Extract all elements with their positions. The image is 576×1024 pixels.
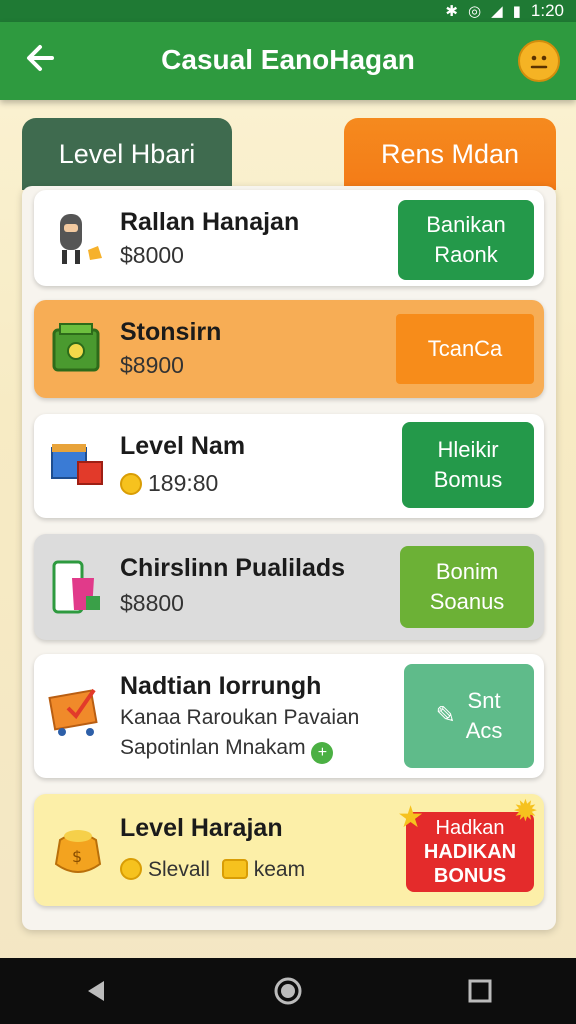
list-item: Stonsirn $8900 TcanCa — [34, 300, 544, 398]
card-title: Stonsirn — [120, 318, 222, 346]
star-icon: ★ — [397, 801, 424, 834]
battery-icon: ▮ — [512, 2, 521, 20]
list-item: Nadtian Iorrungh Kanaa Raroukan Pavaian … — [34, 654, 544, 778]
svg-text:$: $ — [72, 847, 82, 866]
start-button[interactable]: ✎ Snt Acs — [404, 664, 534, 768]
coin-stack-icon — [221, 859, 248, 879]
nav-recents-button[interactable] — [450, 961, 510, 1021]
signal-icon: ◢ — [491, 2, 503, 20]
list-item: Chirslinn Pualilads $8800 Bonim Soanus — [34, 534, 544, 640]
card-value: Slevall keam — [120, 858, 305, 882]
coin-icon — [120, 858, 142, 880]
recents-icon — [468, 979, 492, 1003]
home-icon — [274, 977, 302, 1005]
card-title: Rallan Hanajan — [120, 208, 300, 236]
phone-bag-icon — [46, 556, 110, 620]
avatar[interactable] — [518, 40, 560, 82]
card-value: 189:80 — [120, 470, 218, 497]
card-value: $8900 — [120, 352, 184, 378]
card-description: Sapotinlan Mnakam + — [120, 736, 334, 764]
face-icon — [530, 55, 548, 69]
card-title: Chirslinn Pualilads — [120, 554, 346, 582]
task-board-icon — [46, 680, 110, 744]
card-description: Kanaa Raroukan Pavaian — [120, 706, 360, 729]
system-nav-bar — [0, 958, 576, 1024]
character-icon — [46, 206, 110, 270]
nav-back-button[interactable] — [66, 961, 126, 1021]
list-item: $ Level Harajan Slevall keam Hadkan HADI… — [34, 794, 544, 906]
card-title: Nadtian Iorrungh — [120, 672, 322, 700]
page-title: Casual EanoHagan — [161, 44, 415, 75]
tab-rens[interactable]: Rens Mdan — [344, 118, 556, 190]
coin-icon — [120, 473, 142, 495]
star-icon: ✹ — [512, 795, 538, 828]
card-value: $8000 — [120, 242, 184, 268]
edit-icon: ✎ — [435, 702, 456, 729]
nav-home-button[interactable] — [258, 961, 318, 1021]
rewards-panel: Rallan Hanajan $8000 Banikan Raonk Stons… — [22, 186, 556, 930]
bluetooth-icon: ✱ — [445, 2, 458, 20]
claim-button[interactable]: Banikan Raonk — [398, 200, 534, 280]
back-icon — [88, 981, 104, 1001]
list-item: Rallan Hanajan $8000 Banikan Raonk — [34, 190, 544, 286]
location-icon: ◎ — [468, 2, 482, 20]
claim-button[interactable]: TcanCa — [396, 314, 534, 384]
gift-box-icon — [46, 434, 110, 498]
card-value: $8800 — [120, 590, 184, 616]
status-time: 1:20 — [530, 1, 564, 20]
card-title: Level Harajan — [120, 814, 283, 842]
money-bag-icon: $ — [46, 818, 110, 882]
card-title: Level Nam — [120, 432, 246, 460]
tab-level[interactable]: Level Hbari — [22, 118, 232, 190]
plus-icon: + — [311, 742, 334, 764]
bonus-button[interactable]: Hleikir Bomus — [402, 422, 534, 508]
list-item: Level Nam 189:80 Hleikir Bomus — [34, 414, 544, 518]
bonus-button[interactable]: Bonim Soanus — [400, 546, 534, 628]
status-bar: ✱ ◎ ◢ ▮ 1:20 — [0, 0, 576, 22]
cash-register-icon — [46, 316, 110, 380]
app-bar: Casual EanoHagan — [0, 22, 576, 100]
